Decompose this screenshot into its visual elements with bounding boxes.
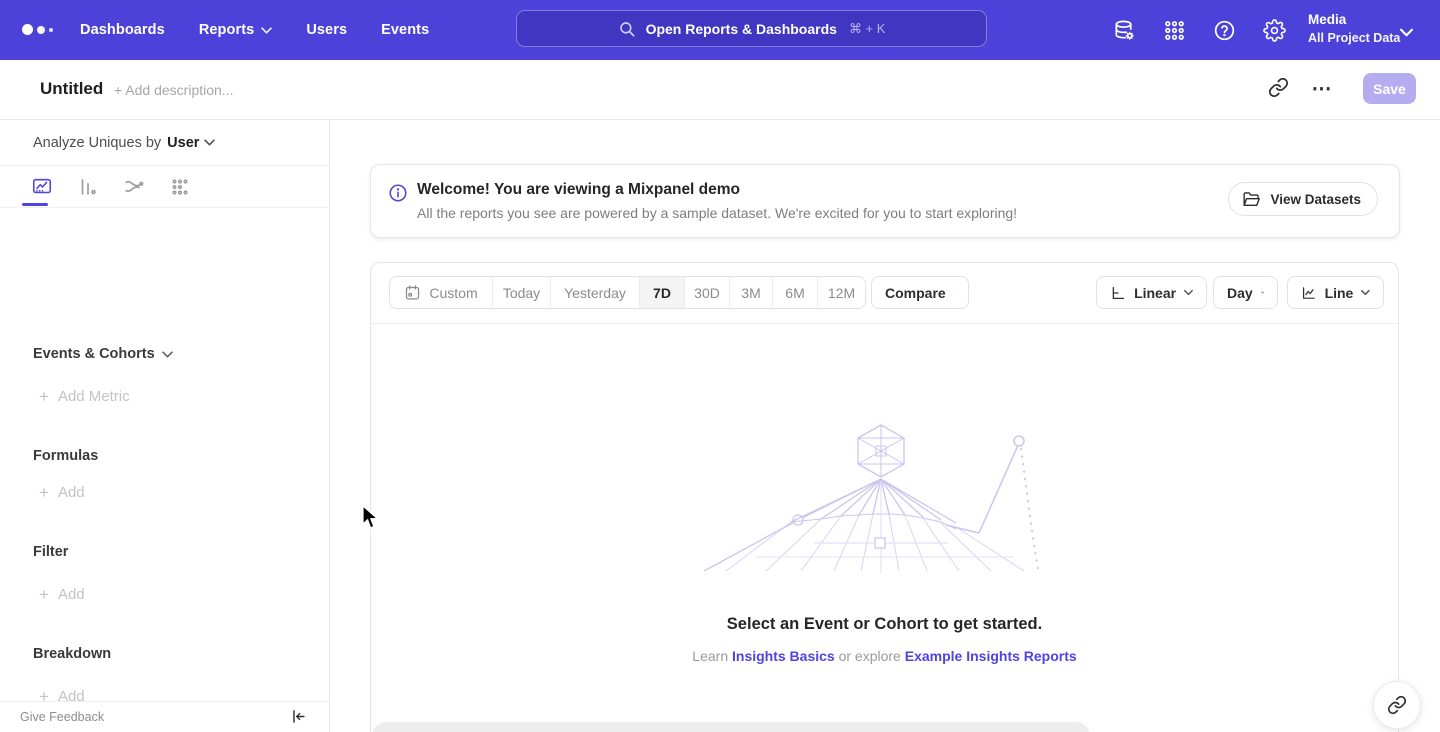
analyze-label: Analyze Uniques by [33,135,161,151]
calendar-icon [404,284,421,301]
plus-icon: + [39,485,49,500]
breakdown-section: Breakdown [33,646,111,662]
nav-dashboards[interactable]: Dashboards [80,22,165,38]
help-icon[interactable] [1212,18,1236,42]
scale-dropdown[interactable]: Linear [1096,276,1207,309]
range-yesterday[interactable]: Yesterday [551,277,640,308]
chevron-down-icon [261,27,272,34]
range-custom[interactable]: Custom [390,277,493,308]
project-name: Media [1308,11,1400,29]
events-cohorts-section[interactable]: Events & Cohorts [33,346,173,362]
range-7d[interactable]: 7D [640,277,685,308]
settings-gear-icon[interactable] [1262,18,1286,42]
banner-subtitle: All the reports you see are powered by a… [417,205,1017,221]
link-icon [1387,695,1407,715]
example-insights-reports-link[interactable]: Example Insights Reports [905,648,1077,664]
nav-users[interactable]: Users [306,22,347,38]
analyze-uniques-row: Analyze Uniques by User [0,120,329,166]
project-switcher[interactable]: Media All Project Data [1308,11,1400,47]
tab-bar-chart-icon[interactable] [72,171,104,203]
plus-icon: + [39,587,49,602]
nav-reports[interactable]: Reports [199,22,273,38]
add-metric-button[interactable]: + Add Metric [39,388,130,405]
tab-line-chart-icon[interactable] [26,171,58,203]
add-formula-button[interactable]: + Add [39,484,85,501]
empty-state-links: Learn Insights Basics or explore Example… [371,648,1398,664]
bottom-panel-edge[interactable] [372,722,1090,732]
tab-flow-icon[interactable] [118,171,150,203]
empty-state-title: Select an Event or Cohort to get started… [371,615,1398,634]
range-6m[interactable]: 6M [773,277,818,308]
project-scope: All Project Data [1308,29,1400,47]
line-chart-icon [1301,284,1317,302]
analyze-by-dropdown[interactable]: User [167,135,215,151]
top-nav: Dashboards Reports Users Events Open Rep… [0,0,1440,60]
chevron-down-icon [1361,289,1370,296]
mixpanel-insights-page: Dashboards Reports Users Events Open Rep… [0,0,1440,732]
chevron-down-icon [204,139,215,146]
chevron-down-icon [1261,289,1264,296]
nav-icon-group [1112,0,1286,60]
range-3m[interactable]: 3M [730,277,773,308]
search-placeholder: Open Reports & Dashboards [646,21,837,37]
search-shortcut: ⌘ + K [849,21,886,37]
primary-nav: Dashboards Reports Users Events [80,0,429,60]
copy-link-icon[interactable] [1268,77,1292,101]
more-options-button[interactable]: ⋯ [1308,71,1336,107]
insights-report-card: Custom Today Yesterday 7D 30D 3M 6M 12M … [370,262,1399,732]
query-sidebar: Analyze Uniques by User Events & Cohorts [0,120,330,732]
plus-icon: + [39,389,49,404]
mixpanel-logo-icon[interactable] [22,24,53,35]
range-30d[interactable]: 30D [685,277,730,308]
share-link-fab[interactable] [1373,681,1421,729]
linear-axis-icon [1110,284,1126,302]
insights-basics-link[interactable]: Insights Basics [732,648,835,664]
formulas-section: Formulas [33,448,98,464]
report-title[interactable]: Untitled [40,79,103,99]
toolbar-divider [371,323,1398,324]
project-chevron-down-icon[interactable] [1400,24,1413,42]
welcome-banner: Welcome! You are viewing a Mixpanel demo… [370,164,1400,238]
sidebar-footer: Give Feedback [0,701,329,732]
interval-dropdown[interactable]: Day [1213,276,1278,309]
tab-scatter-icon[interactable] [164,171,196,203]
apps-grid-icon[interactable] [1162,18,1186,42]
view-datasets-button[interactable]: View Datasets [1228,182,1378,216]
data-management-icon[interactable] [1112,18,1136,42]
chevron-down-icon [162,351,173,358]
report-header: Untitled + Add description... ⋯ Save [0,60,1440,120]
report-description-placeholder[interactable]: + Add description... [114,82,233,98]
banner-title: Welcome! You are viewing a Mixpanel demo [417,181,740,199]
chevron-down-icon [1184,289,1193,296]
chevron-down-icon [954,289,955,296]
info-icon [388,183,408,203]
search-icon [618,20,636,38]
folder-icon [1242,191,1261,208]
collapse-sidebar-icon[interactable] [289,708,307,726]
search-input[interactable]: Open Reports & Dashboards ⌘ + K [516,10,987,47]
save-button[interactable]: Save [1363,73,1416,104]
range-today[interactable]: Today [493,277,551,308]
chart-type-tabs [0,166,329,208]
range-12m[interactable]: 12M [818,277,865,308]
give-feedback-link[interactable]: Give Feedback [20,710,104,724]
empty-state-illustration [696,421,1076,581]
filter-section: Filter [33,544,68,560]
nav-events[interactable]: Events [381,22,429,38]
date-range-segmented-control: Custom Today Yesterday 7D 30D 3M 6M 12M [389,276,866,309]
chart-style-dropdown[interactable]: Line [1287,276,1384,309]
add-filter-button[interactable]: + Add [39,586,85,603]
compare-button[interactable]: Compare [871,276,969,309]
